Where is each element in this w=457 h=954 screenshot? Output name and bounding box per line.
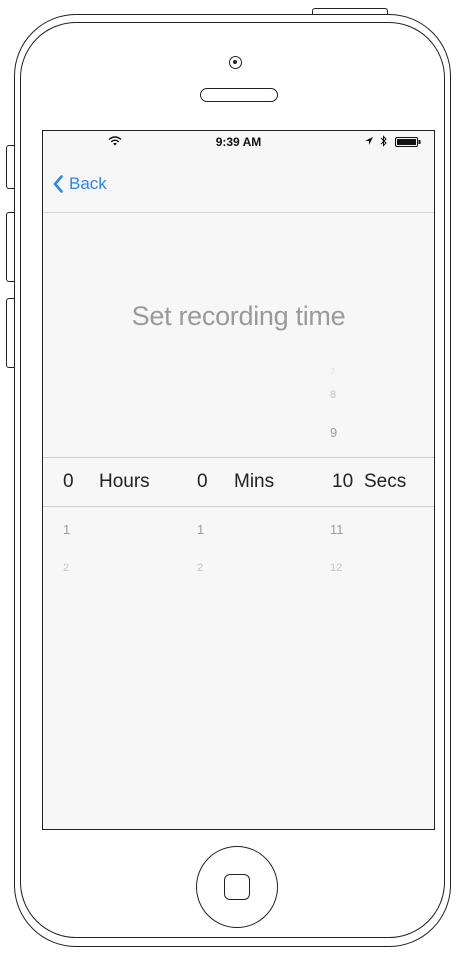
hours-option-2[interactable]: 2: [63, 562, 69, 574]
time-picker[interactable]: 7 8 9 0 Hours 0 Mins 10 Secs 1 2 1 2 11 …: [43, 357, 434, 574]
secs-option-9[interactable]: 9: [330, 425, 337, 440]
hours-selected-value[interactable]: 0: [63, 471, 74, 493]
status-bar: 9:39 AM: [43, 131, 434, 153]
location-arrow-icon: [365, 137, 373, 145]
bluetooth-icon: [380, 135, 387, 147]
back-label: Back: [69, 174, 107, 193]
secs-option-7[interactable]: 7: [330, 367, 335, 377]
home-button[interactable]: [196, 846, 278, 928]
camera-icon: [229, 56, 242, 69]
mins-unit-label: Mins: [234, 471, 275, 492]
secs-option-11[interactable]: 11: [330, 522, 344, 537]
mins-option-2[interactable]: 2: [197, 562, 203, 574]
mins-selected-value[interactable]: 0: [197, 471, 208, 493]
battery-icon: [395, 137, 421, 147]
speaker-grille: [200, 88, 278, 102]
page-title: Set recording time: [131, 301, 346, 331]
secs-option-12[interactable]: 12: [330, 562, 342, 574]
secs-unit-label: Secs: [364, 471, 407, 492]
screen: 9:39 AM Back Set recording time 7 8 9 0 …: [42, 130, 435, 830]
navigation-bar: Back: [43, 153, 434, 213]
phone-mockup: 9:39 AM Back Set recording time 7 8 9 0 …: [0, 0, 457, 954]
mins-option-1[interactable]: 1: [197, 522, 204, 537]
hours-option-1[interactable]: 1: [63, 522, 70, 537]
secs-selected-value[interactable]: 10: [332, 471, 353, 493]
hours-unit-label: Hours: [99, 471, 150, 492]
secs-option-8[interactable]: 8: [330, 389, 336, 401]
status-time: 9:39 AM: [215, 135, 262, 149]
back-button[interactable]: Back: [53, 171, 107, 197]
home-square-icon: [224, 874, 250, 900]
chevron-left-icon: [53, 175, 63, 193]
